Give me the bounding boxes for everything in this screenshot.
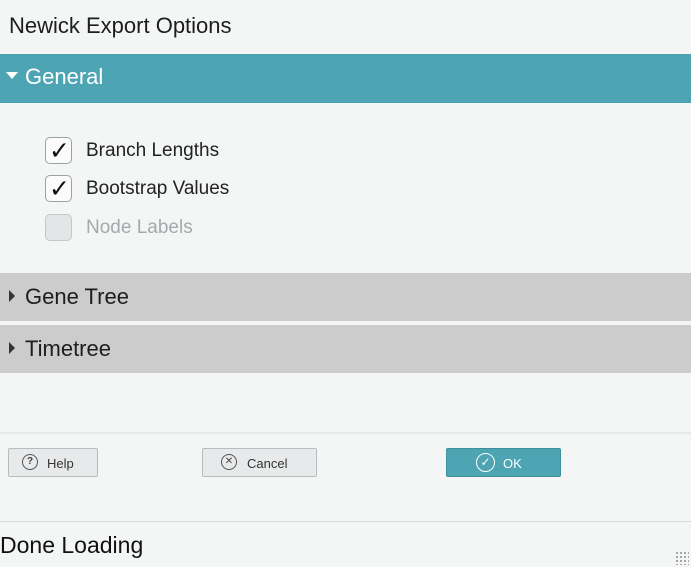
ok-button[interactable]: ✓ OK <box>446 448 561 477</box>
section-general-header[interactable]: General <box>0 54 691 103</box>
caret-down-icon <box>6 72 18 79</box>
section-timetree-header[interactable]: Timetree <box>0 325 691 373</box>
section-gene-tree-header[interactable]: Gene Tree <box>0 273 691 321</box>
help-button[interactable]: ? Help <box>8 448 98 477</box>
caret-right-icon <box>9 290 15 302</box>
help-icon: ? <box>22 454 38 470</box>
cancel-button[interactable]: ✕ Cancel <box>202 448 317 477</box>
option-branch-lengths[interactable]: ✓ Branch Lengths <box>45 136 445 167</box>
divider <box>0 432 691 434</box>
bootstrap-values-label: Bootstrap Values <box>86 178 230 199</box>
status-bar: Done Loading <box>0 521 691 567</box>
bootstrap-values-checkbox[interactable]: ✓ <box>45 174 72 203</box>
section-gene-tree-label: Gene Tree <box>25 284 129 309</box>
option-bootstrap-values[interactable]: ✓ Bootstrap Values <box>45 174 445 205</box>
node-labels-label: Node Labels <box>86 217 193 238</box>
node-labels-checkbox <box>45 214 72 241</box>
section-general-label: General <box>25 64 104 89</box>
section-general-body: ✓ Branch Lengths ✓ Bootstrap Values Node… <box>0 103 691 273</box>
resize-grip-icon[interactable] <box>675 551 689 565</box>
cancel-button-label: Cancel <box>247 456 288 471</box>
ok-button-label: OK <box>503 456 522 471</box>
window-title: Newick Export Options <box>9 13 232 38</box>
status-text: Done Loading <box>0 532 144 558</box>
checkmark-icon: ✓ <box>49 136 70 165</box>
section-timetree-label: Timetree <box>25 336 111 361</box>
title-bar: Newick Export Options <box>0 0 691 54</box>
branch-lengths-checkbox[interactable]: ✓ <box>45 136 72 165</box>
branch-lengths-label: Branch Lengths <box>86 140 220 161</box>
check-circle-icon: ✓ <box>476 453 495 472</box>
help-button-label: Help <box>47 456 74 471</box>
close-icon: ✕ <box>221 454 237 470</box>
option-node-labels: Node Labels <box>45 214 445 244</box>
caret-right-icon <box>9 342 15 354</box>
checkmark-icon: ✓ <box>49 174 70 203</box>
